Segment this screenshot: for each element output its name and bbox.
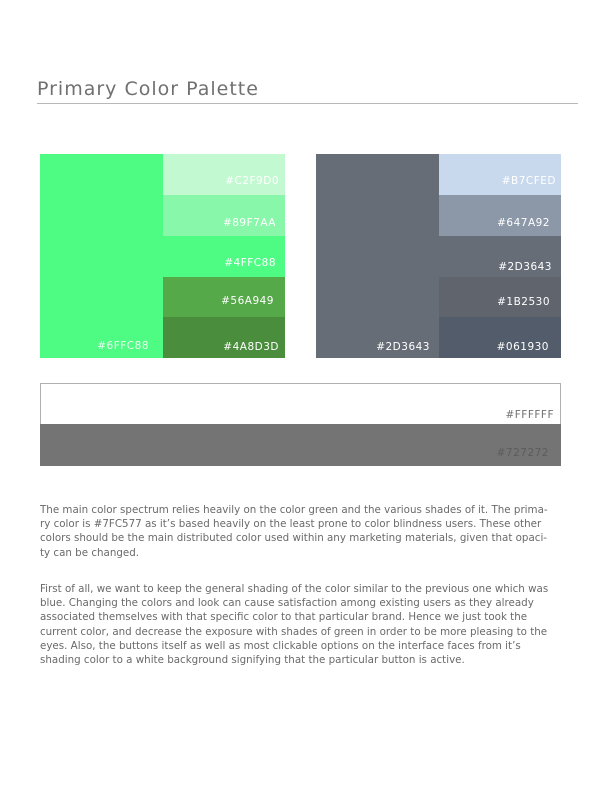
page-title: Primary Color Palette: [37, 78, 259, 100]
green-shade-hex: #4A8D3D: [223, 341, 279, 353]
gray-main-hex: #2D3643: [376, 341, 430, 353]
gray-shade-hex: #647A92: [497, 217, 550, 229]
body-paragraph: The main color spectrum relies heavily o…: [40, 504, 548, 559]
gray-palette: #2D3643 #B7CFED #647A92 #2D3643 #1B2530 …: [316, 154, 561, 358]
green-main-swatch: #6FFC88: [40, 154, 163, 358]
green-palette: #6FFC88 #C2F9D0 #89F7AA #4FFC88 #56A949 …: [40, 154, 285, 358]
green-shade-swatch: #4FFC88: [163, 236, 285, 277]
green-shade-hex: #56A949: [221, 295, 274, 307]
green-main-hex: #6FFC88: [97, 340, 149, 352]
green-shade-hex: #C2F9D0: [225, 175, 279, 187]
green-shade-swatch: #C2F9D0: [163, 154, 285, 195]
gray-shade-hex: #2D3643: [498, 261, 552, 273]
gray-main-swatch: #2D3643: [316, 154, 439, 358]
green-shade-swatch: #89F7AA: [163, 195, 285, 236]
neutral-palette: #FFFFFF #727272: [40, 383, 561, 466]
gray-shade-swatch: #061930: [439, 317, 561, 358]
gray-shade-swatch: #B7CFED: [439, 154, 561, 195]
gray-hex: #727272: [496, 447, 549, 459]
white-hex: #FFFFFF: [505, 409, 554, 421]
gray-swatch: #727272: [40, 424, 561, 466]
gray-shade-hex: #B7CFED: [501, 175, 556, 187]
gray-shade-hex: #1B2530: [497, 296, 550, 308]
green-shade-swatch: #56A949: [163, 277, 285, 317]
title-divider: [37, 103, 578, 104]
white-swatch: #FFFFFF: [40, 383, 561, 424]
green-shade-hex: #89F7AA: [222, 217, 276, 229]
green-shade-hex: #4FFC88: [224, 257, 276, 269]
gray-shade-hex: #061930: [496, 341, 549, 353]
green-shade-swatch: #4A8D3D: [163, 317, 285, 358]
gray-shade-swatch: #2D3643: [439, 236, 561, 277]
body-paragraph: First of all, we want to keep the genera…: [40, 583, 549, 667]
gray-shade-swatch: #1B2530: [439, 277, 561, 317]
gray-shade-swatch: #647A92: [439, 195, 561, 236]
